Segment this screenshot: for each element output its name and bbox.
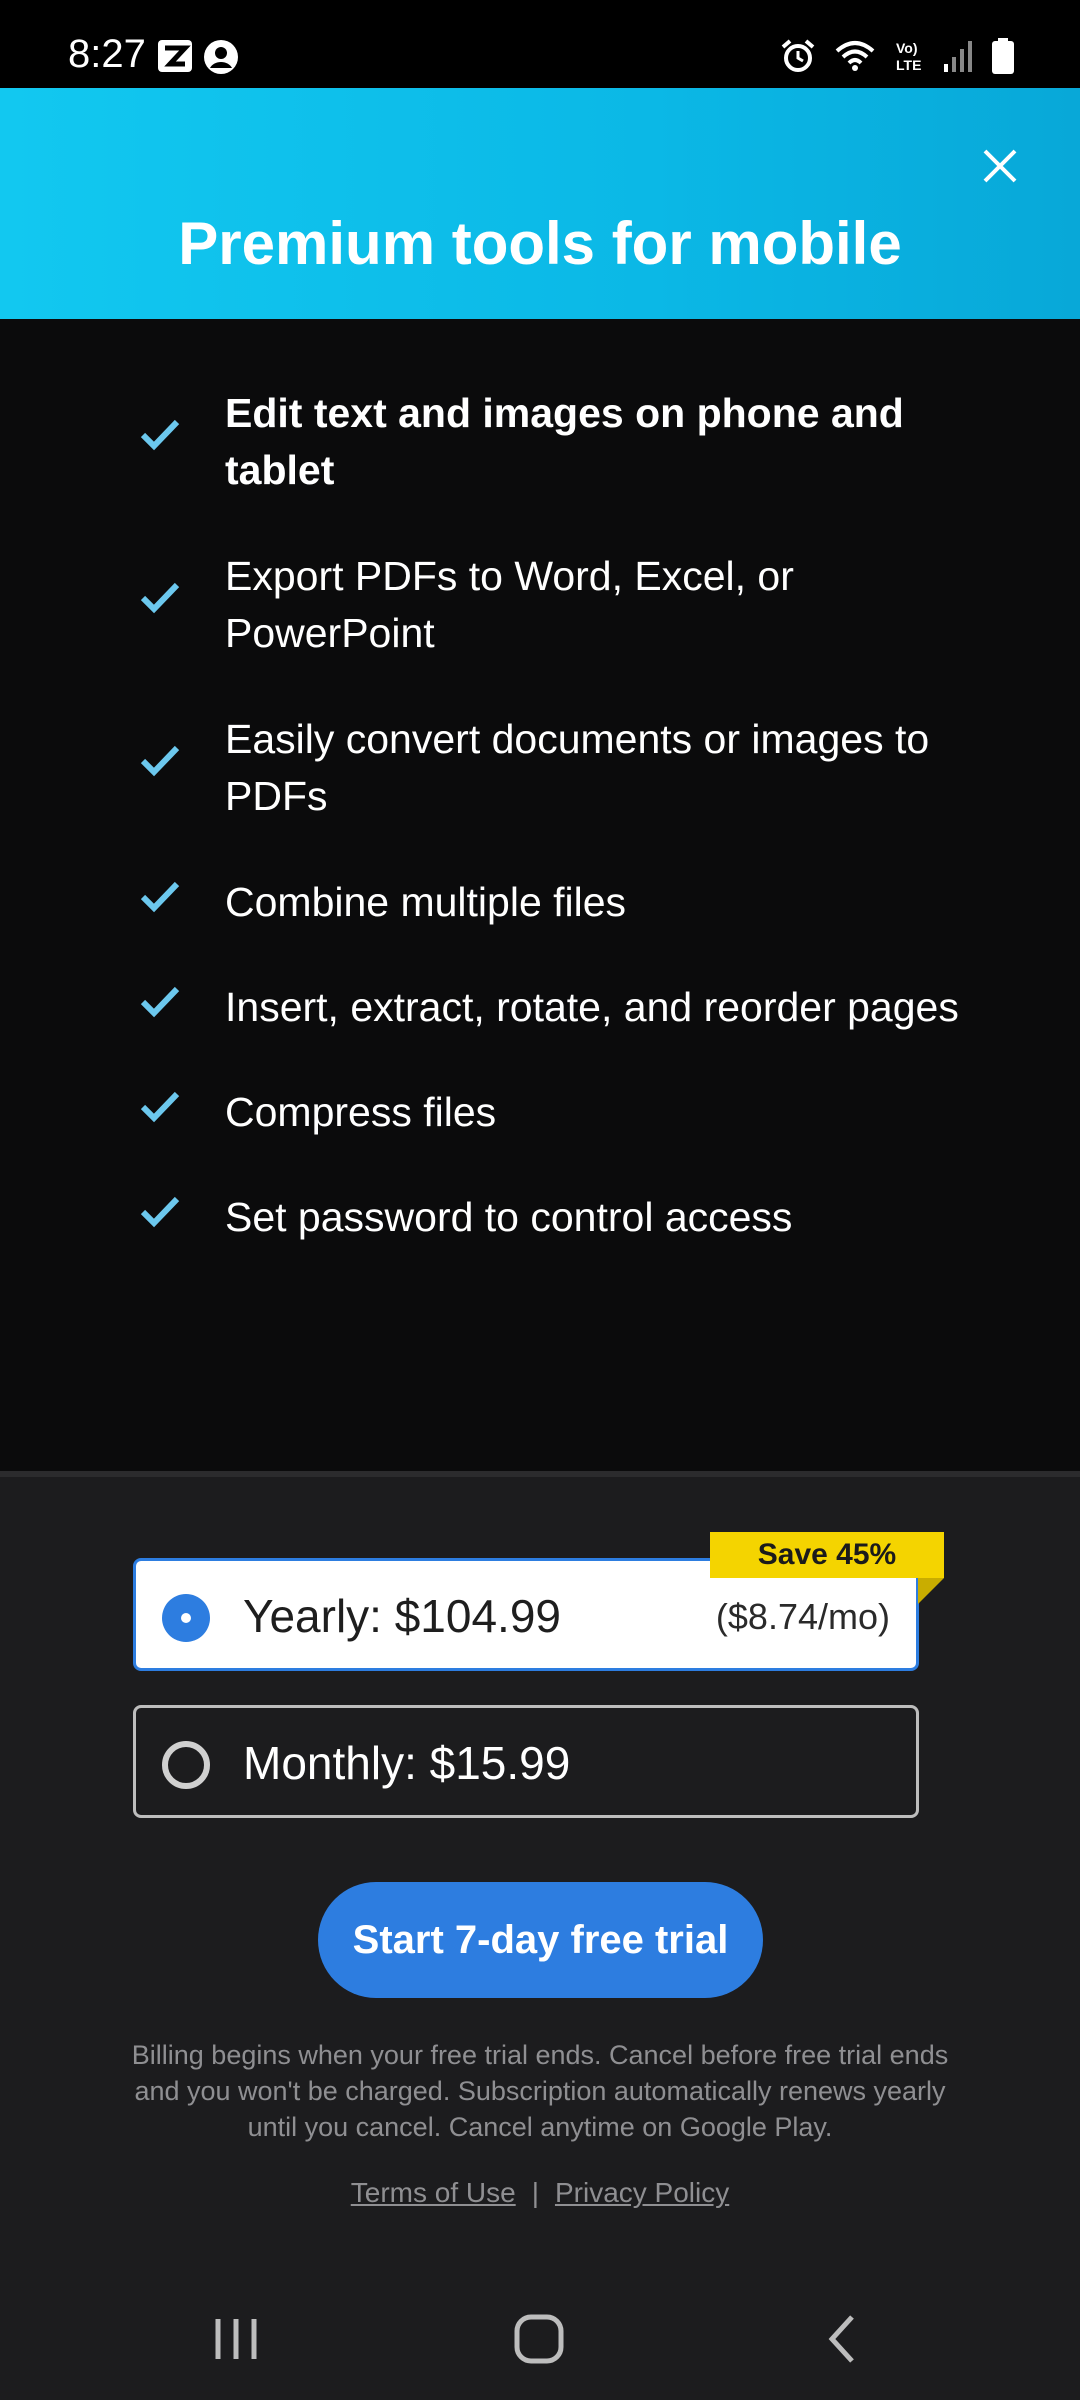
header: Premium tools for mobile — [0, 88, 1080, 319]
checkmark-icon — [140, 581, 188, 621]
checkmark-icon — [140, 418, 188, 458]
feature-text: Easily convert documents or images to PD… — [225, 716, 930, 819]
signal-icon — [944, 40, 974, 72]
feature-text: Combine multiple files — [225, 879, 627, 925]
legal-links: Terms of Use | Privacy Policy — [0, 2179, 1080, 2207]
radio-selected-icon[interactable] — [162, 1594, 210, 1642]
volte-icon: Vo) LTE — [894, 38, 926, 74]
svg-text:LTE: LTE — [896, 57, 921, 73]
status-bar: 8:27 Vo) LTE — [0, 0, 1080, 88]
feature-text: Edit text and images on phone and tablet — [225, 390, 904, 493]
back-icon[interactable] — [812, 2311, 872, 2367]
wifi-icon — [834, 39, 876, 73]
status-time: 8:27 — [68, 32, 146, 76]
svg-text:Vo): Vo) — [896, 40, 918, 56]
alarm-icon — [780, 38, 816, 74]
close-button[interactable] — [960, 128, 1040, 208]
billing-disclaimer: Billing begins when your free trial ends… — [131, 2040, 949, 2142]
save-badge: Save 45% — [710, 1532, 944, 1578]
feature-list: Edit text and images on phone and tablet… — [0, 319, 1080, 1471]
feature-text: Set password to control access — [225, 1194, 793, 1240]
checkmark-icon — [140, 1195, 188, 1235]
recent-apps-icon[interactable] — [206, 2311, 266, 2367]
checkmark-icon — [140, 985, 188, 1025]
start-trial-button[interactable]: Start 7-day free trial — [318, 1882, 763, 1998]
navigation-bar — [0, 2271, 1080, 2400]
terms-of-use-link[interactable]: Terms of Use — [351, 2177, 516, 2208]
account-circle-icon — [204, 40, 238, 74]
privacy-policy-link[interactable]: Privacy Policy — [555, 2177, 729, 2208]
checkmark-icon — [140, 744, 188, 784]
plan-yearly-label: Yearly: $104.99 — [243, 1590, 562, 1642]
radio-unselected-icon[interactable] — [162, 1741, 210, 1789]
badge-fold — [918, 1578, 944, 1604]
feature-text: Export PDFs to Word, Excel, or PowerPoin… — [225, 553, 794, 656]
feature-text: Insert, extract, rotate, and reorder pag… — [225, 984, 959, 1030]
battery-icon — [992, 38, 1014, 74]
checkmark-icon — [140, 1090, 188, 1130]
plans-section: Yearly: $104.99 ($8.74/mo) Save 45% Mont… — [0, 1477, 1080, 2271]
feature-text: Compress files — [225, 1089, 497, 1135]
plan-yearly-per-month: ($8.74/mo) — [715, 1596, 890, 1637]
close-icon[interactable] — [982, 148, 1018, 189]
plan-monthly-label: Monthly: $15.99 — [243, 1737, 571, 1789]
plan-option-monthly[interactable]: Monthly: $15.99 — [133, 1705, 919, 1818]
home-icon[interactable] — [509, 2311, 569, 2367]
link-separator: | — [531, 2177, 539, 2208]
page-title: Premium tools for mobile — [178, 210, 902, 277]
z-app-icon — [158, 40, 192, 74]
checkmark-icon — [140, 880, 188, 920]
